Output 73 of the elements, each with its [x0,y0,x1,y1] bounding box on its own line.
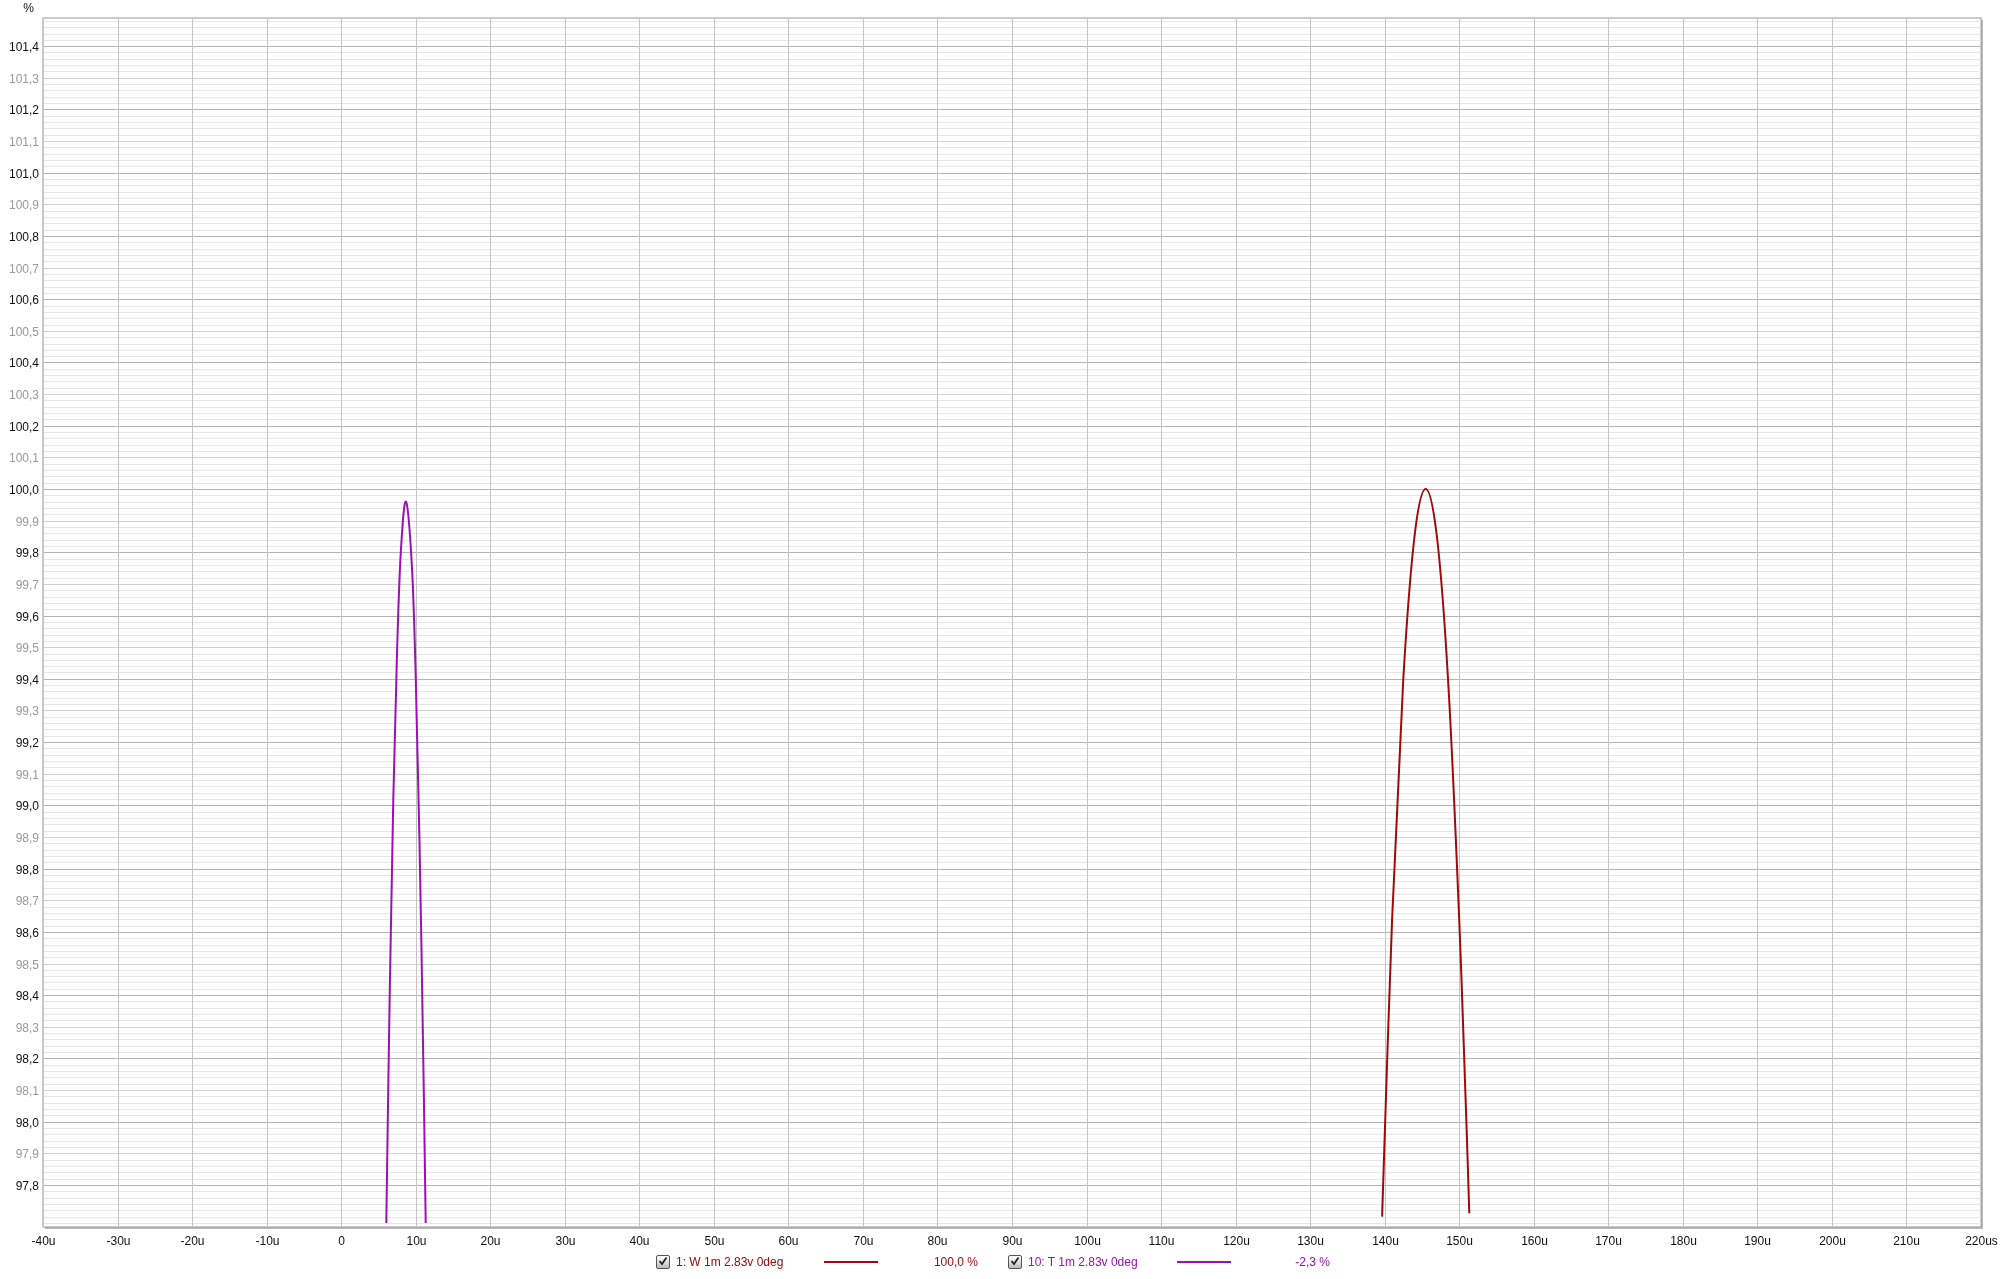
y-tick-label: 99,1 [15,767,39,782]
y-axis-unit: % [23,1,34,15]
y-tick-label: 98,8 [15,862,39,877]
y-tick-label: 97,8 [15,1178,39,1193]
x-tick-label: -40u [31,1234,56,1245]
y-tick-label: 101,2 [8,102,39,117]
x-tick-label: 210u [1893,1234,1920,1245]
x-tick-label: 120u [1223,1234,1250,1245]
y-tick-label: 100,6 [8,292,39,307]
x-tick-label: 20u [480,1234,501,1245]
x-tick-label: -30u [106,1234,131,1245]
x-tick-label: 160u [1521,1234,1548,1245]
y-tick-label: 99,9 [15,514,39,529]
y-tick-label: 99,4 [15,672,39,687]
y-tick-label: 100,1 [8,450,39,465]
legend-checkbox[interactable] [1008,1255,1022,1269]
y-tick-label: 98,3 [15,1020,39,1035]
x-tick-label: 100u [1074,1234,1101,1245]
y-tick-label: 99,7 [15,577,39,592]
y-tick-label: 99,5 [15,640,39,655]
y-tick-label: 100,9 [8,197,39,212]
y-tick-label: 99,8 [15,545,39,560]
y-tick-label: 100,5 [8,324,39,339]
y-tick-label: 99,6 [15,609,39,624]
y-tick-label: 99,2 [15,735,39,750]
y-tick-label: 99,0 [15,798,39,813]
x-tick-label: 150u [1446,1234,1473,1245]
legend-line-sample [823,1261,878,1263]
legend-line-sample [1176,1261,1231,1263]
x-tick-label: 30u [555,1234,576,1245]
x-tick-label: 220us [1965,1234,1998,1245]
y-tick-label: 101,0 [8,166,39,181]
y-tick-label: 101,3 [8,71,39,86]
x-tick-label: 200u [1819,1234,1846,1245]
x-tick-label: 70u [853,1234,874,1245]
x-tick-label: 60u [778,1234,799,1245]
x-tick-label: 190u [1744,1234,1771,1245]
y-tick-label: 100,4 [8,355,39,370]
x-tick-label: 170u [1595,1234,1622,1245]
y-tick-label: 100,0 [8,482,39,497]
legend-checkbox[interactable] [656,1255,670,1269]
x-tick-label: 50u [704,1234,725,1245]
y-tick-label: 98,6 [15,925,39,940]
y-tick-label: 101,1 [8,134,39,149]
legend-value: -2,3 % [1294,1254,1330,1271]
legend-label: 10: T 1m 2.83v 0deg [1028,1254,1138,1271]
y-tick-label: 101,4 [8,39,39,54]
y-tick-label: 97,9 [15,1146,39,1161]
y-tick-label: 100,3 [8,387,39,402]
y-tick-label: 100,8 [8,229,39,244]
x-tick-label: 180u [1670,1234,1697,1245]
x-tick-label: 10u [406,1234,427,1245]
y-tick-label: 98,2 [15,1051,39,1066]
x-tick-label: -20u [180,1234,205,1245]
y-tick-label: 99,3 [15,703,39,718]
y-tick-label: 98,0 [15,1115,39,1130]
x-tick-label: 80u [927,1234,948,1245]
x-tick-label: 110u [1148,1234,1175,1245]
y-tick-label: 98,5 [15,957,39,972]
y-tick-label: 98,1 [15,1083,39,1098]
x-tick-label: 90u [1002,1234,1023,1245]
x-tick-label: 40u [629,1234,650,1245]
legend-label: 1: W 1m 2.83v 0deg [676,1254,784,1271]
y-tick-label: 100,2 [8,419,39,434]
x-tick-label: -10u [255,1234,280,1245]
x-tick-label: 0 [338,1234,345,1245]
y-tick-label: 98,9 [15,830,39,845]
y-tick-label: 100,7 [8,261,39,276]
x-tick-label: 130u [1297,1234,1324,1245]
x-tick-label: 140u [1372,1234,1399,1245]
legend-value: 100,0 % [932,1254,978,1271]
y-tick-label: 98,4 [15,988,39,1003]
y-tick-label: 98,7 [15,893,39,908]
